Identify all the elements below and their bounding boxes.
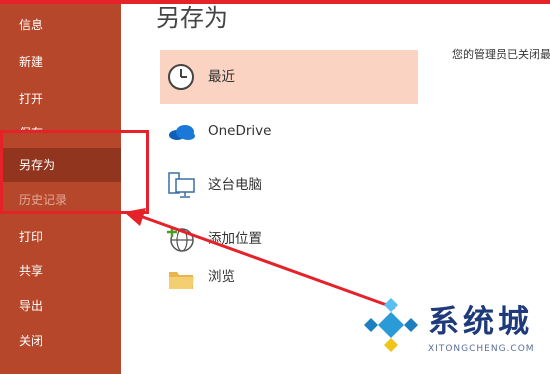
- location-label: OneDrive: [208, 123, 272, 139]
- location-label: 这台电脑: [208, 177, 262, 193]
- location-recent[interactable]: 最近: [160, 50, 418, 104]
- page-title: 另存为: [156, 4, 228, 32]
- admin-notice: 您的管理员已关闭最: [452, 48, 550, 61]
- location-label: 最近: [208, 69, 235, 85]
- location-label: 浏览: [208, 269, 235, 285]
- folder-icon: [169, 272, 194, 289]
- sidebar-item-close[interactable]: 关闭: [0, 324, 121, 358]
- sidebar-item-export[interactable]: 导出: [0, 289, 121, 323]
- backstage-sidebar: 信息 新建 打开 保存 另存为 历史记录 打印 共享 导出 关闭: [0, 4, 121, 374]
- sidebar-item-share[interactable]: 共享: [0, 254, 121, 288]
- sidebar-item-history[interactable]: 历史记录: [0, 183, 121, 217]
- sidebar-item-save-as[interactable]: 另存为: [0, 148, 121, 182]
- location-onedrive[interactable]: OneDrive: [160, 104, 418, 158]
- cloud-icon: [169, 125, 195, 140]
- sidebar-item-open[interactable]: 打开: [0, 82, 121, 116]
- watermark-logo-icon: [364, 298, 418, 352]
- location-this-pc[interactable]: 这台电脑: [160, 158, 418, 212]
- watermark-title: 系统城: [428, 304, 533, 340]
- clock-icon: [168, 64, 194, 90]
- watermark-subtitle: XITONGCHENG.COM: [428, 344, 535, 354]
- sidebar-item-save[interactable]: 保存: [0, 116, 121, 133]
- sidebar-item-print[interactable]: 打印: [0, 220, 121, 254]
- sidebar-item-new[interactable]: 新建: [0, 45, 121, 79]
- watermark: 系统城 XITONGCHENG.COM: [356, 292, 550, 374]
- computer-icon: [168, 172, 195, 198]
- sidebar-item-info[interactable]: 信息: [0, 8, 121, 42]
